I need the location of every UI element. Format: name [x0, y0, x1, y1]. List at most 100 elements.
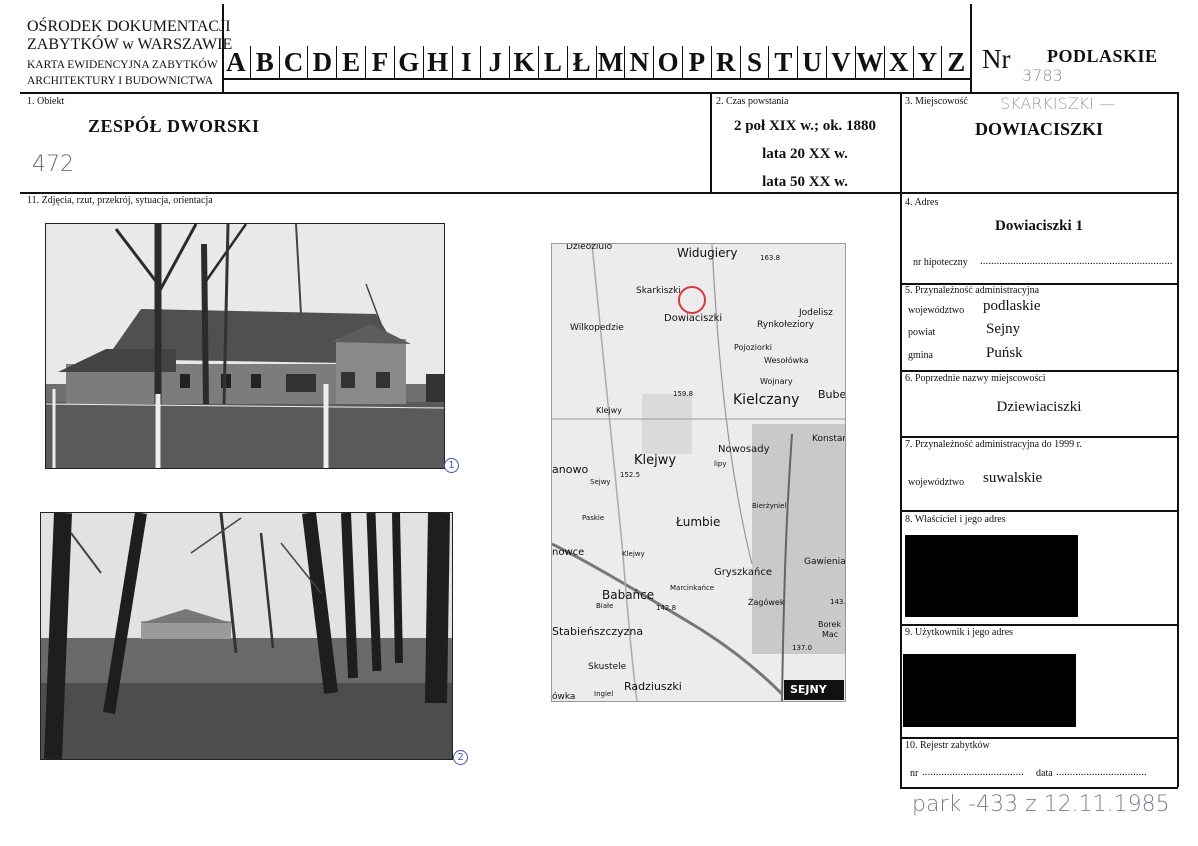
- czas-line1: 2 poł XIX w.; ok. 1880: [733, 118, 877, 134]
- map-label-2: 163.8: [760, 254, 781, 262]
- map-label-27: Gawienia: [804, 557, 846, 567]
- index-letter: J: [480, 46, 509, 78]
- index-letter: I: [451, 46, 481, 78]
- manor-house-image: [46, 224, 444, 468]
- org-line1: OŚRODEK DOKUMENTACJI: [27, 18, 231, 35]
- map-label-23: Bierżyniel: [752, 502, 787, 510]
- rejestr-data-dots: .................................: [1056, 766, 1147, 778]
- map-label-4: Dowiaciszki: [664, 313, 723, 324]
- map-label-21: Sejwy: [590, 478, 611, 486]
- map-label-17: lipy: [714, 460, 727, 468]
- map-label-37: Mac: [822, 630, 839, 639]
- map-label-26: Klejwy: [622, 550, 645, 558]
- przyn1999-label: 7. Przynależność administracyjna do 1999…: [905, 439, 1082, 450]
- obiekt-handwritten: 472: [32, 152, 74, 177]
- map-label-14: Klejwy: [596, 406, 622, 415]
- map-label-39: Skustele: [588, 662, 627, 672]
- wojewodztwo-value: podlaskie: [983, 298, 1041, 314]
- przynaleznosc-label: 5. Przynależność administracyjna: [905, 285, 1040, 296]
- czas-label: 2. Czas powstania: [716, 96, 789, 107]
- map-label-42: ówka: [552, 692, 576, 702]
- map-label-13: Bube: [818, 388, 846, 401]
- przyn1999-wojewodztwo-value: suwalskie: [983, 470, 1043, 486]
- index-letter: B: [249, 46, 279, 78]
- map-label-9: Wesołówka: [764, 356, 809, 365]
- map-label-7: Rynkołeziory: [757, 320, 815, 330]
- wojewodztwo-label: województwo: [908, 305, 965, 316]
- index-letter: O: [653, 46, 682, 78]
- map-label-22: Paskie: [582, 514, 605, 522]
- index-letter: X: [883, 46, 913, 78]
- index-letter: R: [710, 46, 740, 78]
- powiat-label: powiat: [908, 327, 936, 338]
- adres-label: 4. Adres: [905, 197, 939, 208]
- org-line2: ZABYTKÓW w WARSZAWIE: [27, 36, 233, 53]
- obiekt-label: 1. Obiekt: [27, 96, 65, 107]
- index-letter: Z: [941, 46, 970, 78]
- zdjecia-label: 11. Zdjęcia, rzut, przekrój, sytuacja, o…: [27, 195, 213, 206]
- miejscowosc-handwritten: SKARKISZKI —: [1000, 94, 1116, 113]
- map-label-35: Stabieńszczyzna: [552, 625, 644, 638]
- index-letter: K: [509, 46, 538, 78]
- index-letter: V: [826, 46, 855, 78]
- map-label-1: Widugiery: [677, 246, 738, 260]
- wlasciciel-redacted: [905, 535, 1078, 617]
- wlasciciel-label: 8. Właściciel i jego adres: [905, 514, 1006, 525]
- poprzednie-label: 6. Poprzednie nazwy miejscowości: [905, 373, 1046, 384]
- hipoteczny-dots: ........................................…: [980, 255, 1173, 267]
- miejscowosc-value: DOWIACISZKI: [974, 119, 1104, 139]
- index-letter: M: [595, 46, 625, 78]
- map-label-12: Kielczany: [733, 392, 800, 408]
- map-label-32: 142.8: [656, 604, 677, 612]
- index-letter: G: [393, 46, 423, 78]
- map-label-40: Radziuszki: [624, 680, 682, 693]
- index-letter: A: [226, 47, 246, 77]
- map-label-6: Wilkopedzie: [570, 323, 624, 333]
- photo-manor-house: [45, 223, 445, 469]
- obiekt-value: ZESPÓŁ DWORSKI: [88, 116, 260, 136]
- map-label-36: Borek: [818, 620, 842, 629]
- map-label-19: anowo: [552, 463, 589, 476]
- poprzednie-value: Dziewiaciszki: [996, 399, 1082, 415]
- uzytkownik-redacted: [903, 654, 1076, 727]
- index-letter: H: [422, 46, 452, 78]
- map-label-11: 159.8: [673, 390, 694, 398]
- rejestr-label: 10. Rejestr zabytków: [905, 740, 990, 751]
- map-label-41: Ingiel: [594, 690, 614, 698]
- map-label-38: 137.0: [792, 644, 813, 652]
- park-alley-image: [41, 513, 452, 759]
- rejestr-data-label: data: [1036, 768, 1053, 779]
- index-letter: W: [854, 46, 884, 78]
- map-label-16: Nowosady: [718, 444, 770, 455]
- index-letter: U: [797, 46, 826, 78]
- photo-park-alley: [40, 512, 453, 760]
- org-line4: ARCHITEKTURY I BUDOWNICTWA: [27, 75, 214, 87]
- map-label-0: Dzieoziulo: [566, 243, 613, 252]
- location-map: Dzieoziulo Widugiery 163.8 Skarkiszki Do…: [551, 243, 846, 702]
- index-letter: D: [307, 46, 336, 78]
- map-label-8: Pojoziorki: [734, 343, 773, 352]
- map-label-30: Babańce: [602, 588, 655, 602]
- gmina-value: Puńsk: [986, 345, 1023, 361]
- org-line3: KARTA EWIDENCYJNA ZABYTKÓW: [27, 59, 218, 71]
- rejestr-handwritten: park -433 z 12.11.1985: [912, 792, 1170, 817]
- czas-line2: lata 20 XX w.: [762, 146, 848, 162]
- index-letter: P: [682, 46, 711, 78]
- miejscowosc-label: 3. Miejscowość: [905, 96, 968, 107]
- map-label-20: 152.5: [620, 471, 641, 479]
- index-letter: Y: [912, 46, 942, 78]
- map-label-18: Klejwy: [634, 453, 677, 468]
- map-label-33: Żagówek: [748, 598, 785, 607]
- rejestr-nr-label: nr: [910, 768, 919, 779]
- nr-label: Nr: [982, 44, 1011, 74]
- map-label-34: 143.0: [830, 598, 846, 606]
- hipoteczny-label: nr hipoteczny: [913, 257, 968, 268]
- index-letter: N: [624, 46, 653, 78]
- map-label-10: Wojnary: [760, 377, 793, 386]
- map-label-25: nowce: [552, 547, 585, 558]
- czas-line3: lata 50 XX w.: [762, 174, 848, 190]
- index-letter: S: [739, 46, 769, 78]
- index-letter: E: [336, 46, 365, 78]
- powiat-value: Sejny: [986, 321, 1021, 337]
- map-label-28: Gryszkańce: [714, 567, 772, 578]
